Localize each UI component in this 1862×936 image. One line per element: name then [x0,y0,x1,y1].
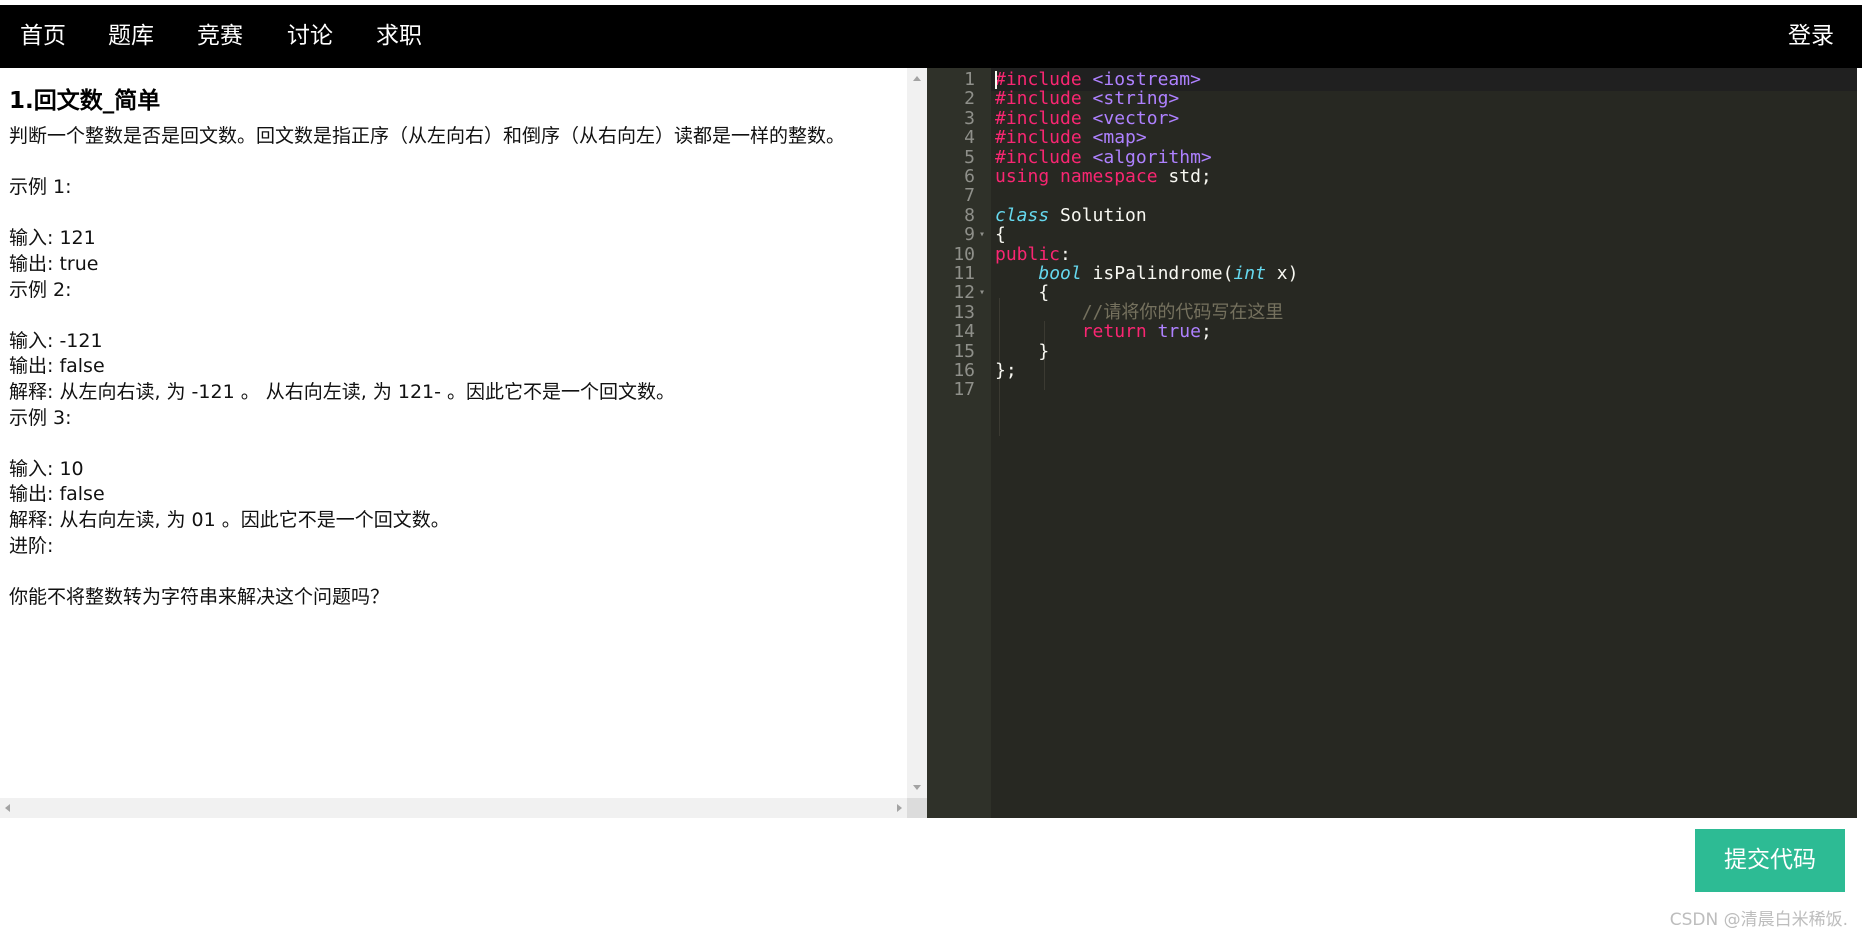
code-line[interactable]: class Solution [995,204,1147,227]
code-line[interactable]: }; [995,359,1017,382]
nav-item-home[interactable]: 首页 [20,5,66,68]
watermark-text: CSDN @清晨白米稀饭. [1669,910,1848,930]
problem-panel: 1.回文数_简单 判断一个整数是否是回文数。回文数是指正序（从左向右）和倒序（从… [0,68,927,818]
code-editor[interactable]: 1 2 3 4 5 6 7 8 9 ▾ 10 11 12 ▾ 13 14 15 16 17 #include <io… [927,68,1857,818]
problem-description: 判断一个整数是否是回文数。回文数是指正序（从左向右）和倒序（从右向左）读都是一样… [9,125,846,608]
scrollbar-corner [907,798,927,818]
fold-arrow-icon[interactable]: ▾ [979,223,985,246]
problem-vertical-scrollbar[interactable] [907,68,927,798]
nav-item-problem-bank[interactable]: 题库 [108,5,154,68]
code-line[interactable]: using namespace std; [995,165,1212,188]
submit-code-button[interactable]: 提交代码 [1695,829,1845,892]
text-cursor [995,71,997,89]
top-nav-bar: 首页 题库 竞赛 讨论 求职 登录 [0,5,1862,68]
problem-horizontal-scrollbar[interactable] [0,798,907,818]
scroll-down-arrow-icon[interactable] [913,785,921,790]
problem-title: 1.回文数_简单 [9,88,161,114]
scroll-right-arrow-icon[interactable] [897,804,902,812]
scroll-up-arrow-icon[interactable] [913,76,921,81]
nav-item-discussion[interactable]: 讨论 [287,5,333,68]
editor-gutter: 1 2 3 4 5 6 7 8 9 ▾ 10 11 12 ▾ 13 14 15 16 17 [927,68,991,818]
line-number: 17 [953,379,975,401]
fold-arrow-icon[interactable]: ▾ [979,281,985,304]
nav-item-jobs[interactable]: 求职 [376,5,422,68]
login-link[interactable]: 登录 [1788,5,1834,68]
scroll-left-arrow-icon[interactable] [5,804,10,812]
nav-item-contest[interactable]: 竞赛 [197,5,243,68]
